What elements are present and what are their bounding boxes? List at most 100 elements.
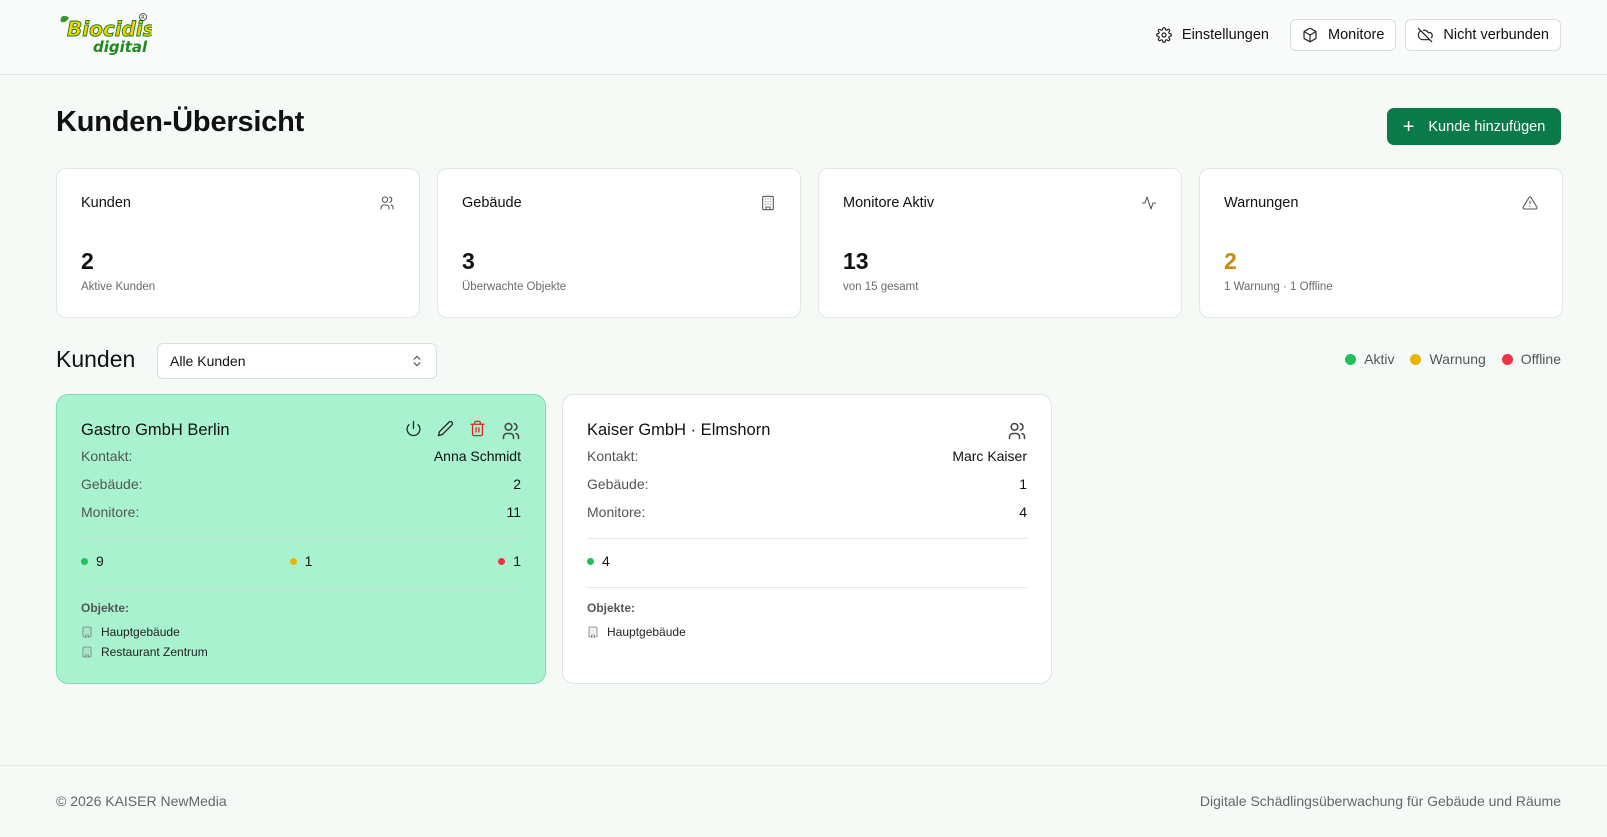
legend-offline: Offline xyxy=(1501,351,1561,367)
red-dot-icon xyxy=(1501,353,1513,365)
stat-label: Monitore Aktiv xyxy=(843,195,935,211)
count-value: 1 xyxy=(513,553,521,569)
stat-value: 2 xyxy=(1224,248,1237,274)
monitors-row: Monitore: 4 xyxy=(587,504,1027,520)
green-dot-icon xyxy=(81,557,88,565)
connection-label: Nicht verbunden xyxy=(1443,27,1549,43)
trash-icon[interactable] xyxy=(469,420,486,437)
buildings-value: 2 xyxy=(513,476,521,492)
filter-value: Alle Kunden xyxy=(170,353,246,369)
cloud-off-icon xyxy=(1418,27,1434,43)
pencil-icon[interactable] xyxy=(437,420,454,437)
box-icon xyxy=(1303,27,1317,43)
customer-actions xyxy=(405,415,521,441)
building-icon xyxy=(760,195,776,211)
divider xyxy=(587,538,1027,539)
add-customer-label: Kunde hinzufügen xyxy=(1428,118,1546,135)
chevrons-up-down-icon xyxy=(413,355,421,367)
count-value: 1 xyxy=(304,553,313,569)
buildings-key: Gebäude: xyxy=(587,476,649,492)
count-value: 4 xyxy=(602,553,610,569)
buildings-value: 1 xyxy=(1019,476,1027,492)
customer-card[interactable]: Kaiser GmbH · Elmshorn Kontakt: Marc Kai… xyxy=(562,394,1052,684)
biocidis-logo[interactable]: Biocidis digital R xyxy=(57,12,155,56)
monitors-button[interactable]: Monitore xyxy=(1289,19,1397,51)
stat-value: 3 xyxy=(462,248,475,274)
monitors-key: Monitore: xyxy=(81,504,140,520)
legend-label: Aktiv xyxy=(1364,351,1395,367)
active-count: 4 xyxy=(587,553,610,569)
building-icon xyxy=(588,626,598,638)
stats-row: Kunden 2 Aktive Kunden Gebäude 3 Überwac… xyxy=(56,168,1563,318)
users-icon xyxy=(379,195,395,211)
legend-active: Aktiv xyxy=(1345,351,1394,367)
status-legend: Aktiv Warnung Offline xyxy=(1345,351,1561,367)
object-name: Hauptgebäude xyxy=(607,625,686,639)
customer-actions xyxy=(1007,415,1027,441)
red-dot-icon xyxy=(498,557,506,565)
stat-value: 2 xyxy=(81,248,94,274)
contact-row: Kontakt: Marc Kaiser xyxy=(587,448,1027,464)
stat-card-customers: Kunden 2 Aktive Kunden xyxy=(56,168,420,318)
object-item[interactable]: Hauptgebäude xyxy=(81,625,180,639)
connection-status-button[interactable]: Nicht verbunden xyxy=(1405,19,1561,51)
yellow-dot-icon xyxy=(289,557,297,565)
object-item[interactable]: Restaurant Zentrum xyxy=(81,645,208,659)
customer-name: Kaiser GmbH · Elmshorn xyxy=(587,421,771,439)
gear-icon xyxy=(1156,27,1172,43)
warning-count: 1 xyxy=(289,553,313,569)
green-dot-icon xyxy=(587,557,594,565)
yellow-dot-icon xyxy=(1410,353,1422,365)
contact-key: Kontakt: xyxy=(587,448,639,464)
monitors-value: 11 xyxy=(506,504,521,520)
page-footer: © 2026 KAISER NewMedia Digitale Schädlin… xyxy=(0,765,1607,837)
active-count: 9 xyxy=(81,553,104,569)
status-counts: 4 xyxy=(587,553,1027,569)
buildings-row: Gebäude: 2 xyxy=(81,476,521,492)
contact-value: Anna Schmidt xyxy=(433,448,521,464)
stat-value: 13 xyxy=(843,248,869,274)
power-icon[interactable] xyxy=(405,420,422,437)
contact-value: Marc Kaiser xyxy=(952,448,1027,464)
objects-label: Objekte: xyxy=(587,601,636,615)
monitors-label: Monitore xyxy=(1327,27,1385,43)
stat-sub: von 15 gesamt xyxy=(843,281,919,293)
stat-card-warnings: Warnungen 2 1 Warnung · 1 Offline xyxy=(1199,168,1563,318)
divider xyxy=(587,587,1027,588)
settings-label: Einstellungen xyxy=(1181,27,1269,43)
stat-label: Kunden xyxy=(81,195,131,211)
page-title: Kunden-Übersicht xyxy=(56,106,305,138)
object-name: Hauptgebäude xyxy=(101,625,180,639)
contact-key: Kontakt: xyxy=(81,448,133,464)
legend-label: Offline xyxy=(1520,351,1561,367)
settings-button[interactable]: Einstellungen xyxy=(1144,19,1281,51)
customer-name: Gastro GmbH Berlin xyxy=(81,421,230,439)
footer-copyright: © 2026 KAISER NewMedia xyxy=(56,793,227,809)
stat-sub: Aktive Kunden xyxy=(81,281,156,293)
building-icon xyxy=(82,646,92,658)
legend-warning: Warnung xyxy=(1410,351,1486,367)
object-item[interactable]: Hauptgebäude xyxy=(587,625,686,639)
monitors-value: 4 xyxy=(1019,504,1027,520)
customer-card[interactable]: Gastro GmbH Berlin Kontakt: Anna Schmidt… xyxy=(56,394,546,684)
stat-label: Warnungen xyxy=(1224,195,1299,211)
green-dot-icon xyxy=(1345,353,1357,365)
users-icon xyxy=(1008,422,1026,440)
activity-icon xyxy=(1141,195,1157,211)
objects-label: Objekte: xyxy=(81,601,130,615)
buildings-key: Gebäude: xyxy=(81,476,143,492)
monitors-key: Monitore: xyxy=(587,504,646,520)
count-value: 9 xyxy=(96,553,104,569)
divider xyxy=(81,587,521,588)
building-icon xyxy=(82,626,92,638)
customer-filter-select[interactable]: Alle Kunden xyxy=(157,343,437,379)
stat-sub: 1 Warnung · 1 Offline xyxy=(1224,281,1333,293)
buildings-row: Gebäude: 1 xyxy=(587,476,1027,492)
stat-sub: Überwachte Objekte xyxy=(462,281,567,293)
alert-triangle-icon xyxy=(1522,195,1538,211)
contact-row: Kontakt: Anna Schmidt xyxy=(81,448,521,464)
app-header: Biocidis digital R Einstellungen Monitor… xyxy=(0,0,1607,75)
users-icon xyxy=(502,422,520,440)
add-customer-button[interactable]: + Kunde hinzufügen xyxy=(1387,108,1561,145)
object-name: Restaurant Zentrum xyxy=(101,645,208,659)
